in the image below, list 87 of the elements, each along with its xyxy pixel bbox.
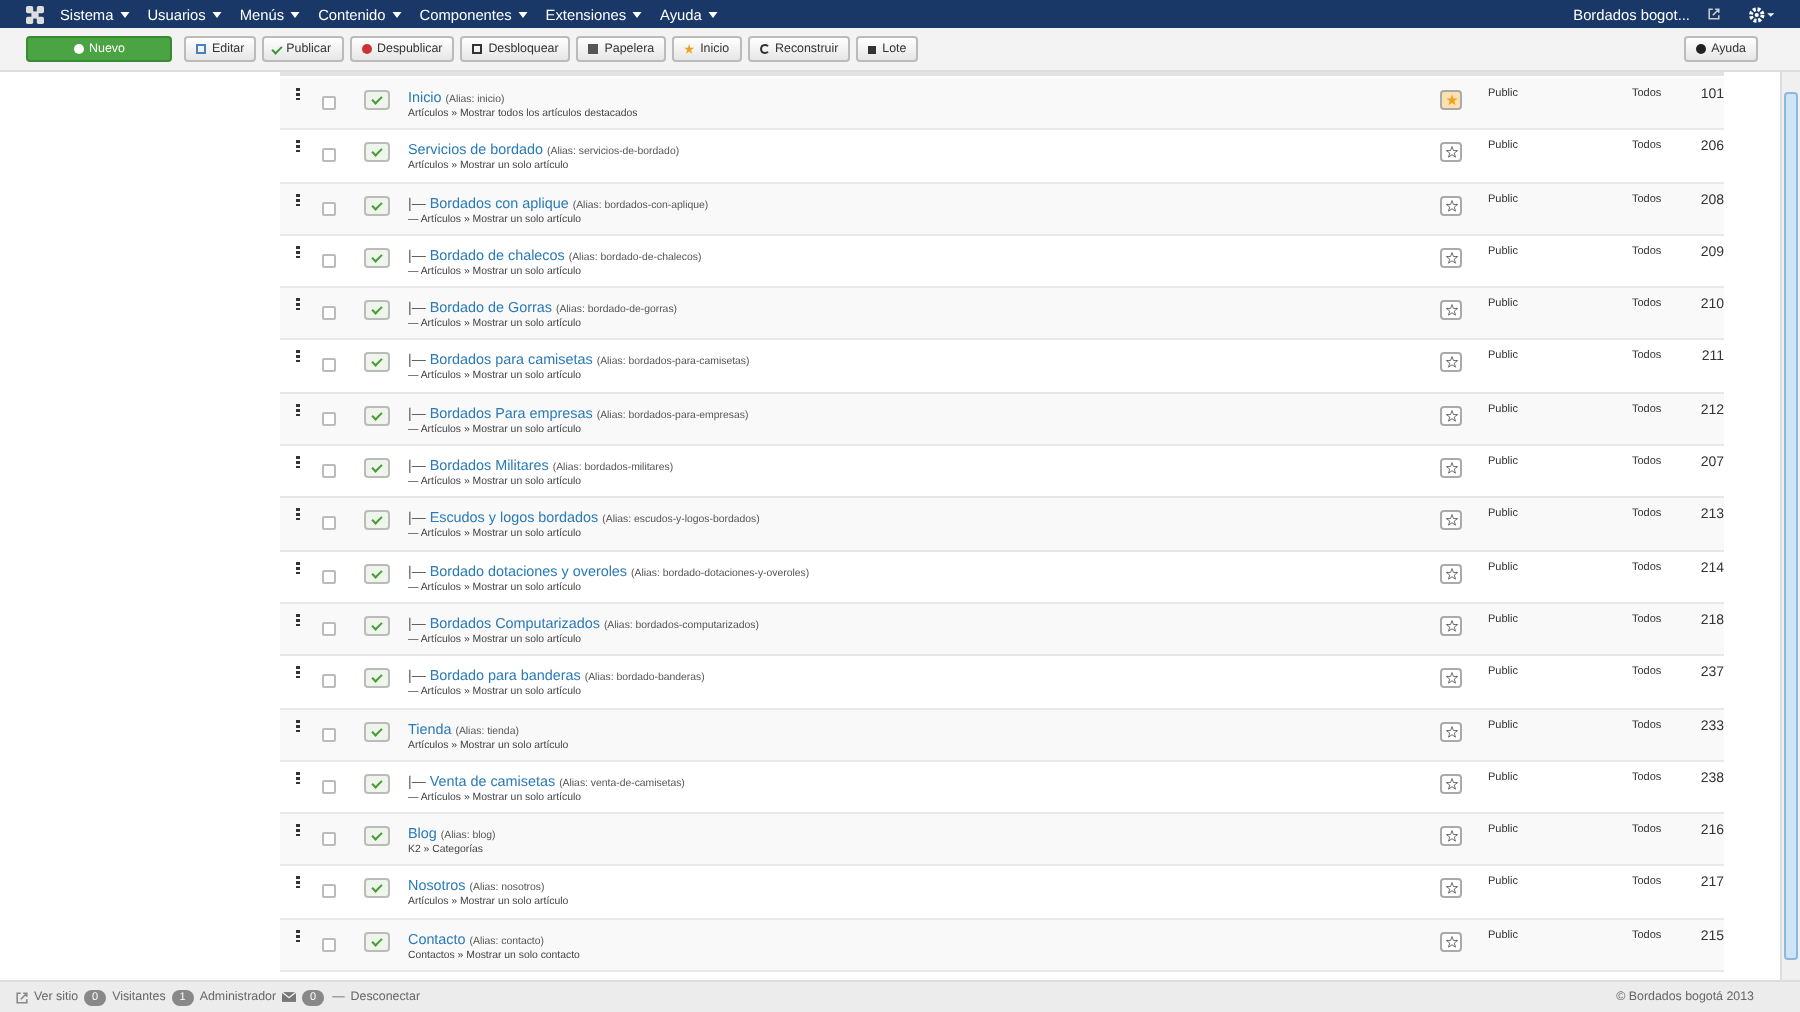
envelope-icon [282, 992, 297, 1002]
row-checkbox[interactable] [322, 201, 336, 216]
drag-handle-icon[interactable] [296, 719, 300, 734]
row-checkbox[interactable] [322, 96, 336, 110]
published-toggle[interactable] [364, 668, 390, 689]
drag-handle-icon[interactable] [296, 824, 300, 839]
drag-handle-icon[interactable] [296, 613, 300, 628]
home-star-toggle[interactable] [1440, 615, 1462, 636]
row-checkbox[interactable] [322, 253, 336, 268]
caret-icon [211, 11, 222, 17]
drag-handle-icon[interactable] [296, 193, 300, 208]
checkbox-icon [472, 44, 483, 54]
home-star-toggle[interactable] [1440, 300, 1462, 321]
home-star-toggle[interactable] [1440, 668, 1462, 689]
home-star-toggle[interactable] [1440, 931, 1462, 952]
home-star-toggle[interactable] [1440, 721, 1462, 742]
row-checkbox[interactable] [322, 358, 336, 373]
row-checkbox[interactable] [322, 884, 336, 899]
row-checkbox[interactable] [322, 832, 336, 847]
home-star-toggle[interactable] [1440, 195, 1462, 216]
published-toggle[interactable] [364, 826, 390, 847]
check-icon [271, 43, 283, 55]
drag-handle-icon[interactable] [296, 456, 300, 471]
drag-handle-icon[interactable] [296, 876, 300, 891]
published-toggle[interactable] [364, 352, 390, 373]
caret-icon [632, 11, 643, 17]
home-star-toggle[interactable] [1440, 90, 1462, 110]
home-star-toggle[interactable] [1440, 878, 1462, 899]
row-checkbox[interactable] [322, 148, 336, 163]
trash-icon [588, 44, 599, 54]
published-toggle[interactable] [364, 195, 390, 216]
row-checkbox[interactable] [322, 621, 336, 636]
published-toggle[interactable] [364, 878, 390, 899]
row-checkbox[interactable] [322, 727, 336, 742]
drag-handle-icon[interactable] [296, 298, 300, 313]
drag-handle-icon[interactable] [296, 666, 300, 681]
home-star-toggle[interactable] [1440, 826, 1462, 847]
home-star-toggle[interactable] [1440, 510, 1462, 531]
settings-icon[interactable] [1748, 5, 1776, 23]
row-checkbox[interactable] [322, 306, 336, 321]
drag-handle-icon[interactable] [296, 350, 300, 365]
drag-handle-icon[interactable] [296, 403, 300, 418]
external-link-icon [1708, 8, 1720, 20]
home-star-toggle[interactable] [1440, 405, 1462, 426]
edit-icon [196, 44, 206, 54]
scrollbar[interactable] [1780, 72, 1800, 980]
home-star-toggle[interactable] [1440, 247, 1462, 268]
drag-handle-icon[interactable] [296, 561, 300, 576]
published-toggle[interactable] [364, 300, 390, 321]
row-checkbox[interactable] [322, 779, 336, 794]
published-toggle[interactable] [364, 405, 390, 426]
caret-icon [517, 11, 528, 17]
published-toggle[interactable] [364, 563, 390, 584]
published-toggle[interactable] [364, 721, 390, 742]
caret-icon [707, 11, 718, 17]
row-checkbox[interactable] [322, 674, 336, 689]
published-toggle[interactable] [364, 615, 390, 636]
drag-handle-icon[interactable] [296, 771, 300, 786]
row-checkbox[interactable] [322, 411, 336, 426]
logo-icon [26, 5, 44, 23]
published-toggle[interactable] [364, 247, 390, 268]
published-toggle[interactable] [364, 90, 390, 110]
cancel-icon [361, 44, 372, 54]
row-checkbox[interactable] [322, 569, 336, 584]
row-checkbox[interactable] [322, 464, 336, 479]
home-star-toggle[interactable] [1440, 142, 1462, 163]
caret-icon [290, 11, 301, 17]
drag-handle-icon[interactable] [296, 88, 300, 102]
refresh-icon [759, 44, 770, 54]
external-link-icon [16, 991, 28, 1003]
home-star-toggle[interactable] [1440, 352, 1462, 373]
published-toggle[interactable] [364, 142, 390, 163]
caret-icon [119, 11, 130, 17]
published-toggle[interactable] [364, 773, 390, 794]
home-star-toggle[interactable] [1440, 458, 1462, 479]
row-checkbox[interactable] [322, 937, 336, 952]
home-star-toggle[interactable] [1440, 563, 1462, 584]
drag-handle-icon[interactable] [296, 140, 300, 155]
published-toggle[interactable] [364, 931, 390, 952]
caret-icon [391, 11, 402, 17]
drag-handle-icon[interactable] [296, 508, 300, 523]
drag-handle-icon[interactable] [296, 929, 300, 944]
drag-handle-icon[interactable] [296, 245, 300, 260]
published-toggle[interactable] [364, 510, 390, 531]
published-toggle[interactable] [364, 458, 390, 479]
home-star-toggle[interactable] [1440, 773, 1462, 794]
row-checkbox[interactable] [322, 516, 336, 531]
